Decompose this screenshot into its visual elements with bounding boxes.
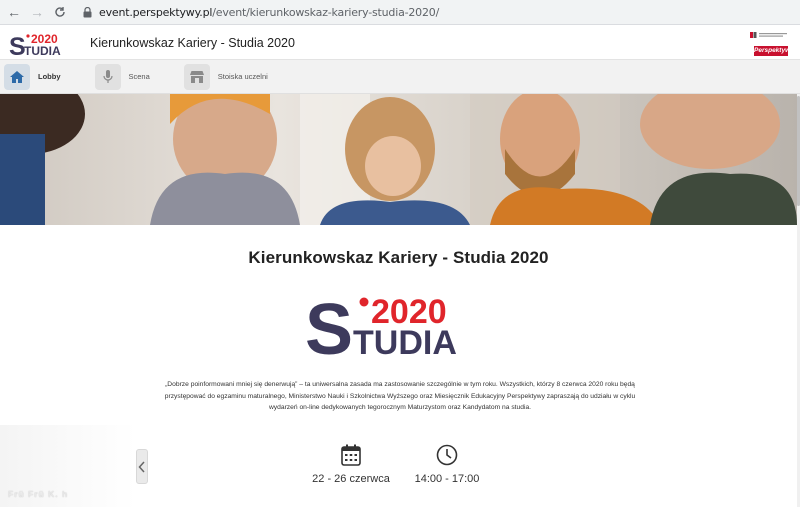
ministry-logo — [750, 32, 787, 38]
site-header: S 2020 TUDIA Kierunkowskaz Kariery - Stu… — [0, 26, 800, 61]
clock-icon — [387, 444, 507, 468]
event-nav-tabs: Lobby Scena Stoiska uczelni — [0, 60, 800, 94]
floating-video-panel[interactable]: Frü Frü K. h — [0, 425, 136, 507]
reload-icon[interactable] — [51, 3, 69, 21]
hero-banner-photo — [0, 94, 797, 225]
page-title: Kierunkowskaz Kariery - Studia 2020 — [248, 248, 549, 267]
url-path: /event/kierunkowskaz-kariery-studia-2020… — [212, 5, 440, 19]
header-event-title: Kierunkowskaz Kariery - Studia 2020 — [90, 36, 295, 50]
chevron-left-icon[interactable] — [136, 449, 148, 484]
svg-text:S: S — [305, 292, 353, 356]
studia-logo[interactable]: S 2020 TUDIA — [9, 31, 77, 61]
tab-scena-label: Scena — [128, 72, 150, 81]
event-time-text: 14:00 - 17:00 — [414, 473, 480, 485]
browser-toolbar: ← → event.perspektywy.pl/event/kierunkow… — [0, 0, 800, 25]
url-host: event.perspektywy.pl — [99, 5, 213, 19]
big-logo-text: TUDIA — [353, 324, 457, 356]
overlay-watermark-text: Frü Frü K. h — [8, 489, 69, 499]
lock-icon[interactable] — [83, 6, 93, 18]
tab-stoiska-label: Stoiska uczelni — [217, 72, 268, 81]
microphone-icon — [94, 63, 121, 90]
tab-stoiska-uczelni[interactable]: Stoiska uczelni — [180, 60, 298, 94]
home-icon — [4, 63, 30, 90]
partner-logos: Perspektywy — [750, 28, 794, 58]
event-intro-text: „Dobrze poinformowani mniej się denerwuj… — [164, 381, 636, 411]
forward-icon[interactable]: → — [28, 3, 46, 21]
logo-text: TUDIA — [24, 44, 61, 56]
back-icon[interactable]: ← — [5, 3, 23, 21]
tab-scena[interactable]: Scena — [91, 60, 180, 94]
address-bar[interactable]: event.perspektywy.pl/event/kierunkowskaz… — [99, 6, 439, 19]
event-time: 14:00 - 17:00 — [387, 444, 507, 485]
tab-lobby[interactable]: Lobby — [0, 60, 91, 94]
perspektywy-logo: Perspektywy — [754, 46, 794, 56]
studia-2020-logo: S 2020 TUDIA — [305, 290, 491, 370]
store-icon — [183, 63, 210, 90]
tab-lobby-label: Lobby — [38, 72, 61, 81]
